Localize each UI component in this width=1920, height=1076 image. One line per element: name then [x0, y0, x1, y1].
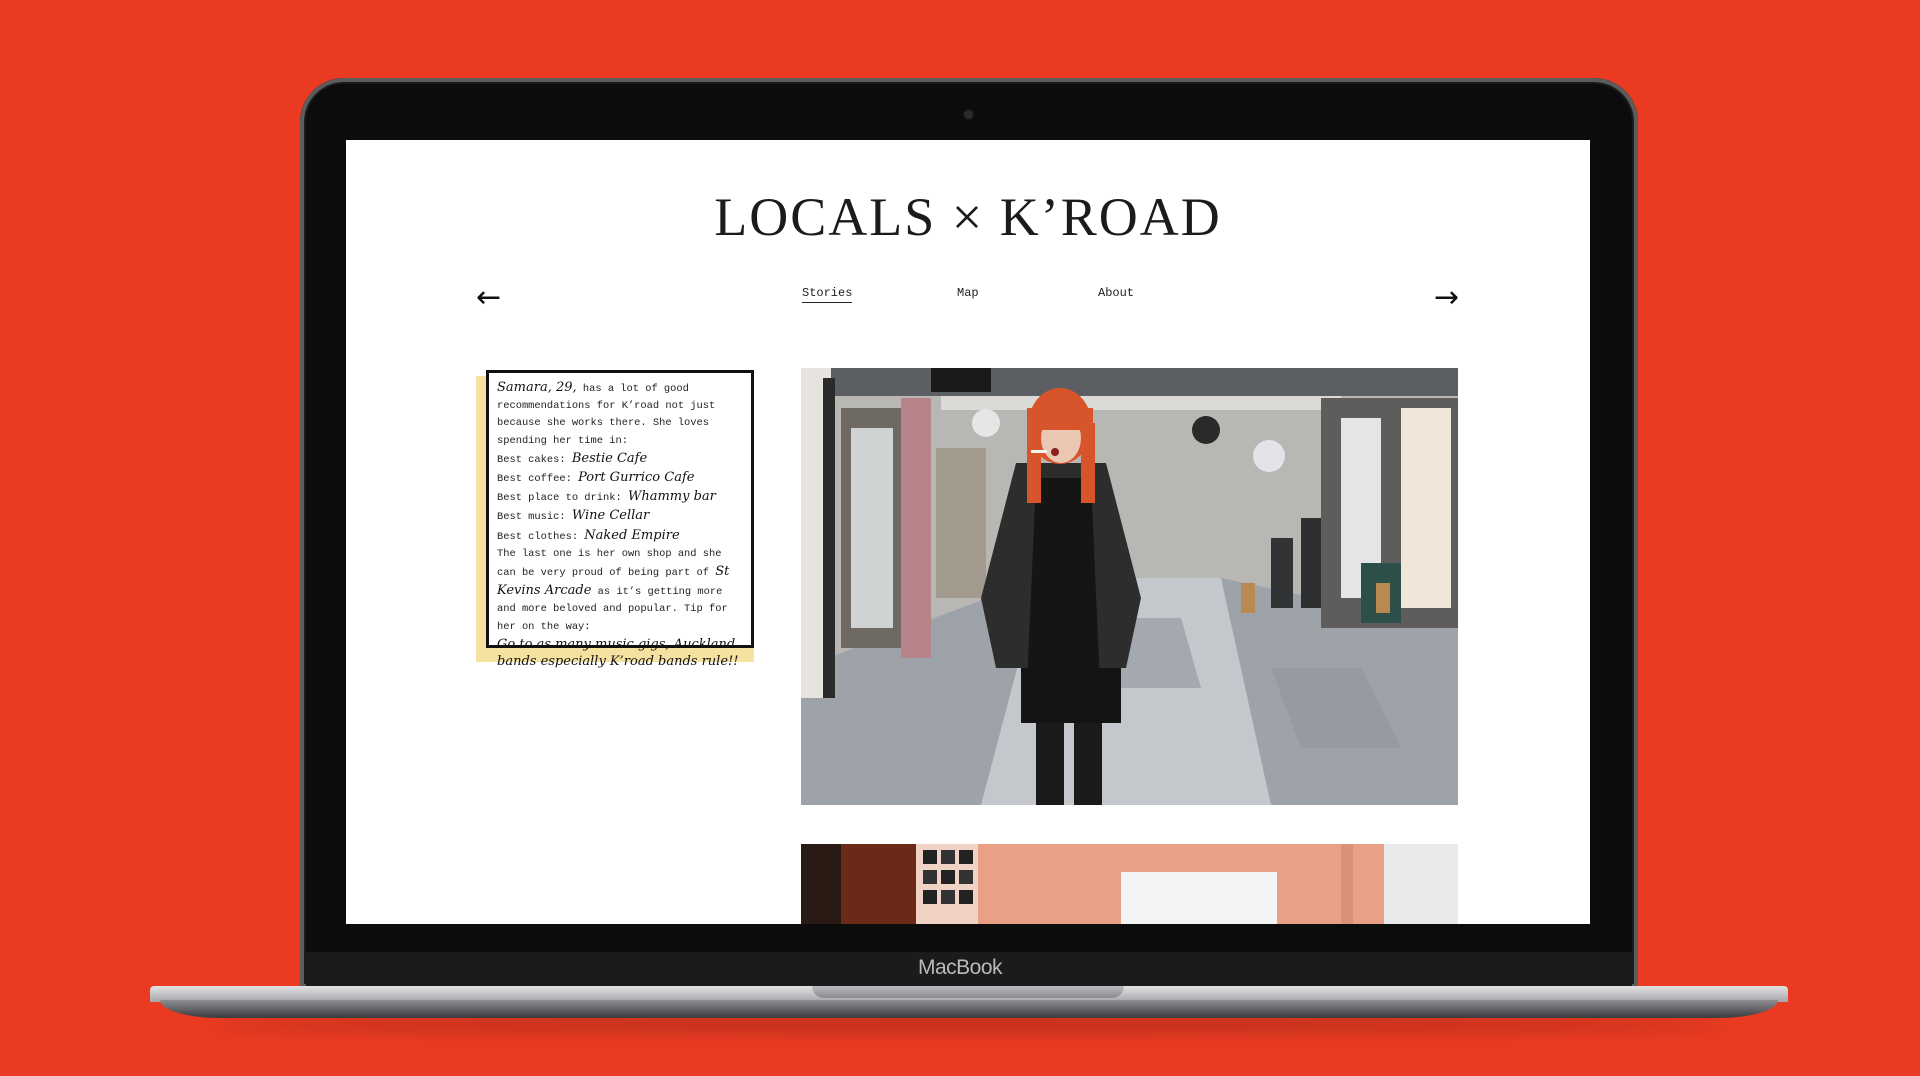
story-outro: The last one is her own shop and she can… — [497, 547, 730, 633]
nav-map[interactable]: Map — [957, 286, 979, 300]
best-item: Best cakes: Bestie Cafe — [497, 450, 648, 466]
main-nav: Stories Map About — [346, 286, 1590, 306]
best-item: Best place to drink: Whammy bar — [497, 489, 716, 505]
best-item: Best music: Wine Cellar — [497, 508, 650, 524]
story-name: Samara, 29, — [497, 380, 577, 395]
portrait-photo[interactable] — [801, 368, 1458, 805]
device-brand: MacBook — [917, 956, 1003, 979]
story-intro: Samara, 29, has a lot of good recommenda… — [497, 380, 716, 447]
portrait-illustration — [801, 368, 1458, 805]
story-tip: Go to as many music gigs, Auckland bands… — [497, 636, 739, 670]
nav-stories[interactable]: Stories — [802, 286, 853, 303]
story-note: Samara, 29, has a lot of good recommenda… — [486, 370, 754, 669]
laptop-base-lower — [160, 1000, 1778, 1018]
nav-about[interactable]: About — [1098, 286, 1134, 300]
browser-screen: LOCALS × K’ROAD ← → Stories Map About Sa… — [346, 140, 1590, 924]
best-item: Best coffee: Port Gurrico Cafe — [497, 470, 695, 486]
best-item: Best clothes: Naked Empire — [497, 527, 680, 543]
laptop-shadow — [210, 1018, 1728, 1032]
bestie-cafe-illustration — [801, 844, 1458, 924]
secondary-photo[interactable] — [801, 844, 1458, 924]
site-title: LOCALS × K’ROAD — [714, 187, 1222, 247]
camera-icon — [964, 110, 973, 119]
laptop-notch — [812, 986, 1124, 998]
